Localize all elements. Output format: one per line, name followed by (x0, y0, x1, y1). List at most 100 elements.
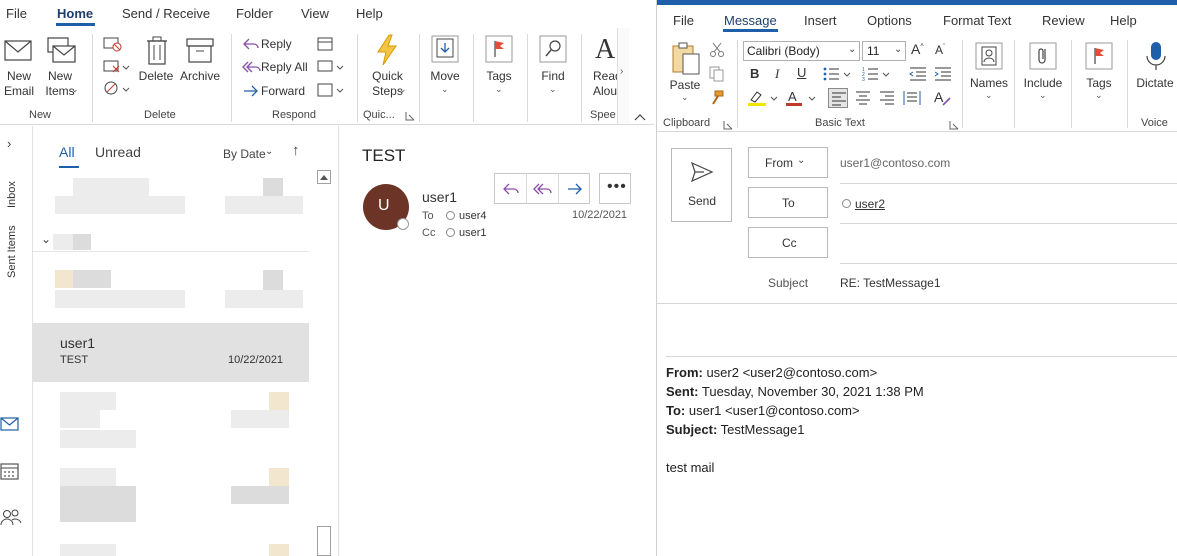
font-name-select[interactable]: Calibri (Body) ⌄ (743, 41, 860, 61)
im-reply-icon[interactable] (316, 58, 346, 76)
chevron-down-icon: ⌄ (1039, 90, 1047, 100)
find-button[interactable]: Find ⌄ (533, 34, 573, 104)
new-email-button[interactable]: New Email (2, 34, 36, 104)
group-header[interactable]: ⌄ (33, 230, 309, 252)
rail-inbox[interactable]: Inbox (6, 181, 18, 208)
message-list-scrollbar[interactable] (316, 170, 332, 556)
bold-icon[interactable]: B (750, 66, 759, 81)
highlight-icon[interactable] (747, 89, 781, 107)
list-item[interactable] (33, 174, 309, 234)
copy-icon[interactable] (709, 66, 725, 82)
tab-folder[interactable]: Folder (236, 6, 273, 21)
tab-message[interactable]: Message (724, 13, 777, 28)
to-recipient[interactable]: user4 (459, 210, 487, 222)
tab-file[interactable]: File (6, 6, 27, 21)
quick-forward-button[interactable] (559, 174, 591, 203)
clean-up-icon[interactable] (102, 58, 130, 76)
tab-home[interactable]: Home (57, 6, 93, 21)
paste-button[interactable]: Paste ⌄ (665, 40, 705, 112)
to-field[interactable]: user2 (855, 197, 885, 211)
numbering-icon[interactable]: 123 (862, 66, 892, 82)
tab-help[interactable]: Help (1110, 13, 1137, 28)
subject-field[interactable]: RE: TestMessage1 (840, 276, 941, 290)
to-button[interactable]: To (748, 187, 828, 218)
tags-button[interactable]: Tags ⌄ (1077, 40, 1121, 112)
mail-icon[interactable] (0, 416, 20, 432)
tab-send-receive[interactable]: Send / Receive (122, 6, 210, 21)
sort-by-date[interactable]: By Date (223, 147, 266, 161)
read-aloud-icon: A (595, 34, 616, 65)
expand-folder-pane-icon[interactable]: › (7, 136, 11, 151)
font-color-icon[interactable]: A (785, 89, 819, 107)
reading-sender[interactable]: user1 (422, 189, 457, 205)
include-button[interactable]: Include ⌄ (1019, 40, 1067, 112)
dialog-launcher-icon[interactable] (723, 120, 733, 130)
sort-direction-arrow-icon[interactable]: ↑ (292, 142, 300, 159)
tab-help[interactable]: Help (356, 6, 383, 21)
people-icon[interactable] (0, 508, 22, 526)
list-item[interactable] (33, 464, 309, 526)
format-painter-icon[interactable] (709, 90, 725, 106)
archive-button[interactable]: Archive (178, 34, 222, 104)
clear-formatting-icon[interactable]: A (933, 89, 951, 107)
increase-indent-icon[interactable] (934, 66, 952, 82)
rail-sent-items[interactable]: Sent Items (6, 225, 18, 278)
ribbon-scroll-right[interactable]: › (617, 28, 629, 124)
scroll-up-button[interactable] (317, 170, 331, 184)
italic-icon[interactable]: I (775, 66, 779, 82)
dictate-button[interactable]: Dictate (1132, 40, 1177, 112)
meeting-reply-icon[interactable] (316, 35, 336, 53)
tab-insert[interactable]: Insert (804, 13, 837, 28)
tags-button[interactable]: Tags ⌄ (479, 34, 519, 104)
quick-reply-button[interactable] (495, 174, 527, 203)
decrease-indent-icon[interactable] (909, 66, 927, 82)
send-button[interactable]: Send (671, 148, 732, 222)
read-aloud-button[interactable]: A Read Aloud (587, 34, 617, 104)
quick-reply-all-button[interactable] (527, 174, 559, 203)
chevron-down-icon[interactable]: ⌄ (265, 146, 273, 157)
delete-button[interactable]: Delete (137, 34, 175, 104)
ignore-icon[interactable] (102, 35, 124, 53)
list-item[interactable] (33, 538, 309, 556)
cut-icon[interactable] (709, 42, 725, 58)
bullets-icon[interactable] (823, 66, 853, 82)
filter-unread-tab[interactable]: Unread (95, 144, 141, 160)
dialog-launcher-icon[interactable] (949, 120, 959, 130)
new-items-button[interactable]: New Items ⌄ (40, 34, 80, 104)
calendar-icon[interactable] (0, 462, 20, 480)
cc-field[interactable] (840, 232, 1177, 262)
shrink-font-icon[interactable]: Aˇ (935, 43, 945, 57)
underline-icon[interactable]: U (797, 65, 806, 80)
collapse-ribbon-icon[interactable] (634, 112, 646, 122)
scroll-thumb[interactable] (317, 526, 331, 556)
tab-file[interactable]: File (673, 13, 694, 28)
quick-steps-button[interactable]: Quick Steps ⌄ (365, 34, 410, 104)
junk-icon[interactable] (102, 80, 132, 100)
dialog-launcher-icon[interactable] (405, 111, 415, 121)
message-row-selected[interactable]: user1 TEST 10/22/2021 (33, 323, 309, 382)
tab-options[interactable]: Options (867, 13, 912, 28)
cc-button[interactable]: Cc (748, 227, 828, 258)
align-center-icon[interactable] (855, 91, 871, 105)
from-button[interactable]: From ⌄ (748, 147, 828, 178)
reply-all-button[interactable]: Reply All (240, 58, 320, 78)
justify-icon[interactable] (903, 90, 921, 106)
tab-view[interactable]: View (301, 6, 329, 21)
grow-font-icon[interactable]: A^ (911, 41, 924, 57)
font-size-select[interactable]: 11 ⌄ (862, 41, 906, 61)
filter-all-tab[interactable]: All (59, 144, 75, 160)
more-actions-button[interactable]: ••• (599, 173, 631, 204)
list-item[interactable] (33, 388, 309, 450)
tab-review[interactable]: Review (1042, 13, 1085, 28)
align-left-button[interactable] (828, 88, 848, 108)
forward-button[interactable]: Forward (240, 82, 310, 102)
message-body[interactable]: From: user2 <user2@contoso.com> Sent: Tu… (657, 304, 1177, 556)
list-item[interactable] (33, 266, 309, 322)
cc-recipient[interactable]: user1 (459, 227, 487, 239)
more-respond-icon[interactable] (316, 81, 346, 99)
move-button[interactable]: Move ⌄ (425, 34, 465, 104)
reply-button[interactable]: Reply (240, 35, 310, 55)
align-right-icon[interactable] (879, 91, 895, 105)
names-button[interactable]: Names ⌄ (968, 40, 1010, 112)
tab-format-text[interactable]: Format Text (943, 13, 1011, 28)
